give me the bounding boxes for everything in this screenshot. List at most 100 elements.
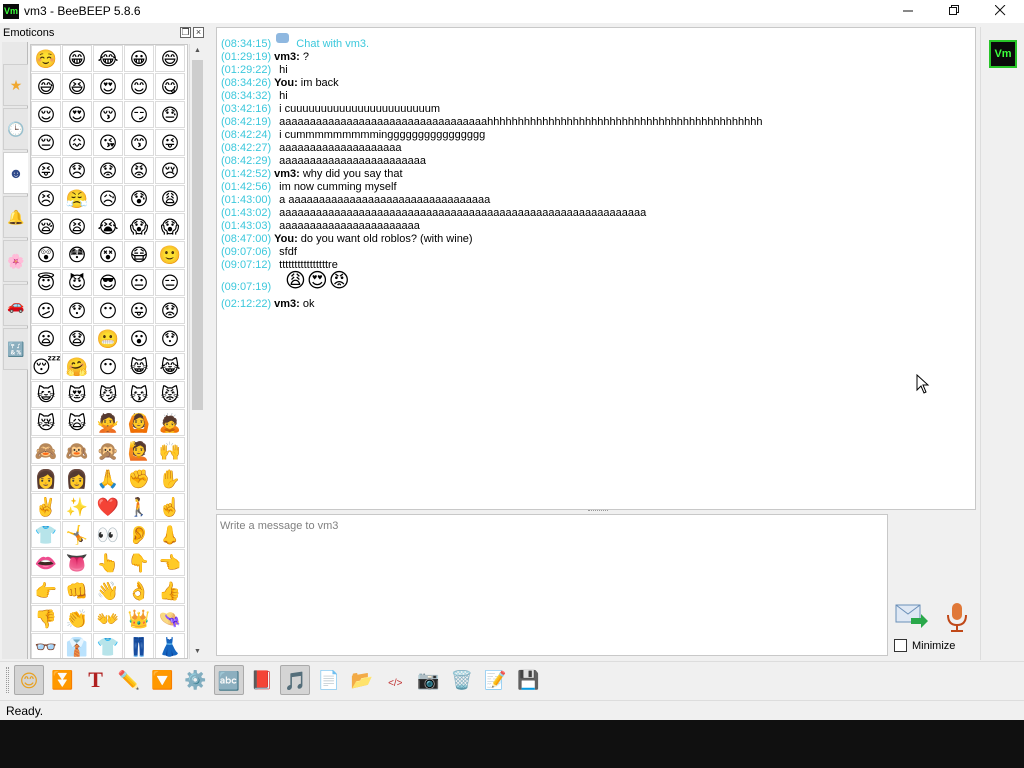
emoji-button[interactable]: 😟 [155,297,185,324]
float-dock-button[interactable]: ❐ [180,27,191,38]
emoji-button[interactable]: 🚶 [124,493,154,520]
emoji-button[interactable]: 👐 [93,605,123,632]
emoji-button[interactable]: 😿 [31,409,61,436]
emoji-button[interactable]: 👕 [31,521,61,548]
emoji-button[interactable]: 🤸 [62,521,92,548]
emoji-button[interactable]: 😷 [124,241,154,268]
emoji-button[interactable]: 😟 [93,157,123,184]
toolbar-grip[interactable] [6,667,9,693]
emoji-button[interactable]: 😰 [124,185,154,212]
emoji-button[interactable]: 👗 [155,633,185,658]
emoji-button[interactable]: 👏 [62,605,92,632]
emoji-button[interactable]: 😁 [62,45,92,72]
emoji-button[interactable]: 👌 [124,577,154,604]
close-dock-button[interactable]: × [193,27,204,38]
emoji-button[interactable]: 😴 [31,353,61,380]
emoji-tab-objects[interactable]: 🔔 [3,196,28,238]
color-tool-button[interactable]: ✏️ [114,665,144,695]
emoji-button[interactable]: 👩 [31,465,61,492]
emoji-button[interactable]: 👒 [155,605,185,632]
emoji-button[interactable]: 🙅 [93,409,123,436]
dictionary-tool-button[interactable]: 📕 [247,665,277,695]
emoji-button[interactable]: 👔 [62,633,92,658]
emoji-button[interactable]: 😼 [93,381,123,408]
emoji-tab-symbols[interactable]: 🔣 [3,328,28,370]
emoji-button[interactable]: 😮 [124,325,154,352]
emoji-button[interactable]: ✊ [124,465,154,492]
emoji-button[interactable]: 😄 [155,45,185,72]
emoji-button[interactable]: 😍 [62,101,92,128]
screenshot-tool-button[interactable]: 📷 [414,665,444,695]
emoji-button[interactable]: 😝 [31,157,61,184]
emoji-button[interactable]: 😢 [155,157,185,184]
emoji-button[interactable]: 😚 [93,101,123,128]
emoji-button[interactable]: ✌️ [31,493,61,520]
filter-tool-button[interactable]: 🔽 [147,665,177,695]
emoji-tab-recent[interactable]: 🕒 [3,108,28,150]
emoji-button[interactable]: 🙆 [124,409,154,436]
emoji-tab-nature[interactable]: 🌸 [3,240,28,282]
emoji-button[interactable]: 🙌 [155,437,185,464]
emoji-button[interactable]: 😖 [62,129,92,156]
emoji-scrollbar[interactable]: ▲ ▼ [189,44,204,659]
emoji-button[interactable]: 😫 [62,213,92,240]
emoji-button[interactable]: 😏 [124,101,154,128]
minimize-option[interactable]: Minimize [894,639,955,653]
emoji-button[interactable]: 😐 [124,269,154,296]
emoji-button[interactable]: 😪 [31,213,61,240]
emoji-button[interactable]: 😡 [124,157,154,184]
html-code-tool-button[interactable]: </> [380,665,410,695]
emoji-button[interactable]: 👖 [124,633,154,658]
emoji-button[interactable]: 😶 [93,297,123,324]
emoji-button[interactable]: 😊 [124,73,154,100]
emoji-button[interactable]: 😯 [155,325,185,352]
minimize-checkbox[interactable] [894,639,907,652]
message-input[interactable] [220,520,880,650]
emoji-button[interactable]: 😯 [62,297,92,324]
emoji-button[interactable]: 🙈 [31,437,61,464]
scroll-down-icon[interactable]: ▼ [190,645,205,659]
emoji-button[interactable]: 🙏 [93,465,123,492]
scroll-thumb[interactable] [192,60,203,410]
emoji-button[interactable]: 😺 [31,381,61,408]
emoji-button[interactable]: 😀 [124,45,154,72]
emoji-button[interactable]: ✨ [62,493,92,520]
emoji-button[interactable]: 😇 [31,269,61,296]
emoji-button[interactable]: 😥 [93,185,123,212]
emoji-button[interactable]: 😳 [62,241,92,268]
emoji-button[interactable]: 🙊 [93,437,123,464]
emoji-button[interactable]: 🙇 [155,409,185,436]
emoji-button[interactable]: ✋ [155,465,185,492]
emoji-button[interactable]: 😜 [155,129,185,156]
emoji-button[interactable]: 😱 [124,213,154,240]
emoji-button[interactable]: 😧 [62,325,92,352]
emoji-button[interactable]: 🙉 [62,437,92,464]
emoji-button[interactable]: 👂 [124,521,154,548]
emoji-button[interactable]: 👋 [93,577,123,604]
emoji-button[interactable]: 👄 [31,549,61,576]
emoji-button[interactable]: 😛 [124,297,154,324]
send-file-tool-button[interactable]: 📄 [314,665,344,695]
emoji-button[interactable]: ☺️ [31,45,61,72]
emoji-button[interactable]: 😙 [124,129,154,156]
emoji-button[interactable]: 👉 [31,577,61,604]
emoji-button[interactable]: 🙂 [155,241,185,268]
chat-history[interactable]: (08:34:15) Chat with vm3. (01:29:19) vm3:… [216,27,976,510]
emoji-button[interactable]: 👩 [62,465,92,492]
emoji-button[interactable]: 😽 [124,381,154,408]
emoji-button[interactable]: 😻 [62,381,92,408]
send-button[interactable] [893,601,931,631]
font-tool-button[interactable]: T [81,665,111,695]
emoji-button[interactable]: 😎 [93,269,123,296]
edit-tool-button[interactable]: 📝 [480,665,510,695]
emoji-button[interactable]: ❤️ [93,493,123,520]
settings-tool-button[interactable]: ⚙️ [181,665,211,695]
emoji-button[interactable]: 😶 [93,353,123,380]
emoji-button[interactable]: 😘 [93,129,123,156]
emoji-button[interactable]: 👊 [62,577,92,604]
emoji-button[interactable]: 😦 [31,325,61,352]
splitter-handle[interactable] [588,510,608,513]
emoji-tab-people[interactable]: ☻ [3,152,28,194]
emoji-button[interactable]: 😌 [31,101,61,128]
emoji-button[interactable]: 👆 [93,549,123,576]
